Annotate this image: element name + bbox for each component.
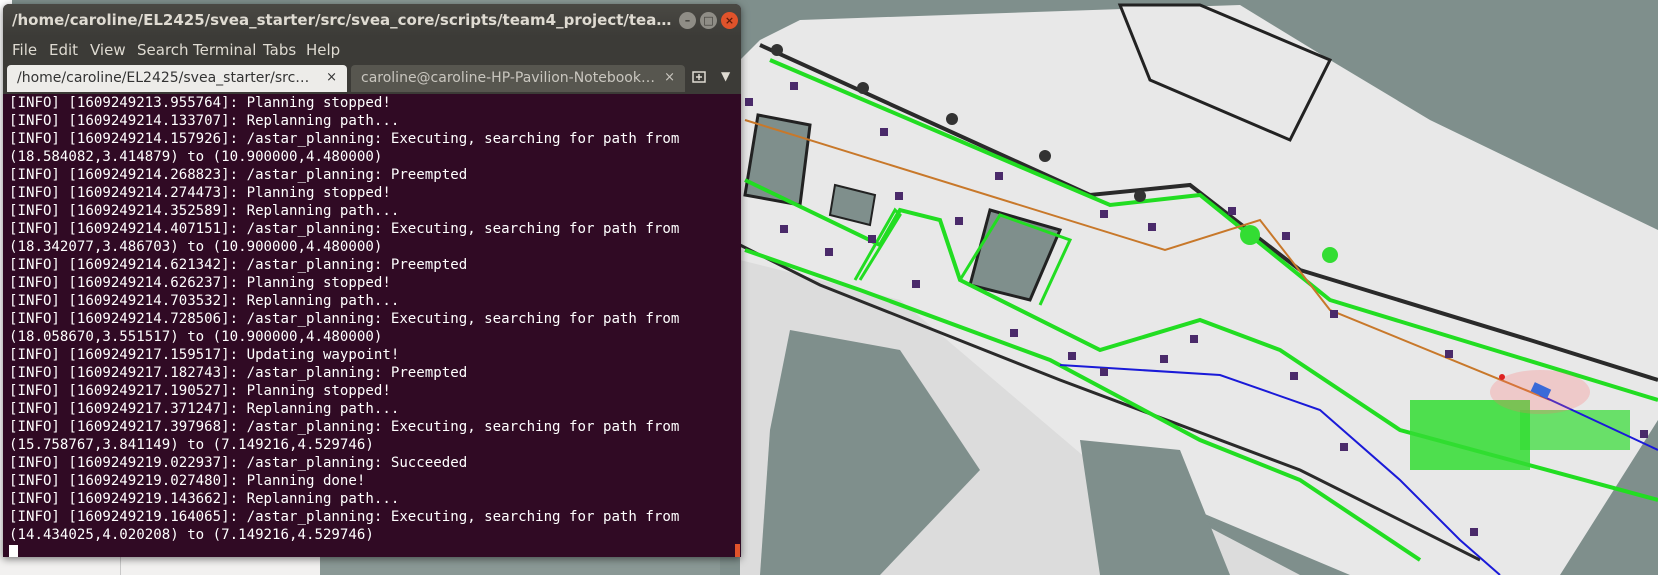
log-line: (18.058670,3.551517) to (10.900000,4.480…: [9, 329, 383, 345]
log-line: [INFO] [1609249217.190527]: Planning sto…: [9, 383, 391, 399]
menu-view[interactable]: View: [90, 41, 126, 59]
chevron-down-icon[interactable]: ▼: [721, 69, 730, 83]
log-line: [INFO] [1609249214.133707]: Replanning p…: [9, 113, 400, 129]
log-line: [INFO] [1609249217.159517]: Updating way…: [9, 347, 400, 363]
text-cursor: [9, 545, 18, 557]
log-line: [INFO] [1609249217.182743]: /astar_plann…: [9, 365, 468, 381]
log-lines: [INFO] [1609249213.955764]: Planning sto…: [9, 94, 679, 544]
title-bar[interactable]: /home/caroline/EL2425/svea_starter/src/s…: [3, 4, 741, 36]
log-line: [INFO] [1609249214.407151]: /astar_plann…: [9, 221, 680, 237]
log-line: [INFO] [1609249214.274473]: Planning sto…: [9, 185, 391, 201]
tab-label: caroline@caroline-HP-Pavilion-Notebook: …: [361, 70, 656, 86]
scroll-thumb[interactable]: [735, 544, 740, 557]
log-line: [INFO] [1609249219.164065]: /astar_plann…: [9, 509, 680, 525]
close-icon[interactable]: ×: [721, 12, 738, 29]
scrollbar[interactable]: [733, 94, 741, 557]
menu-file[interactable]: File: [12, 41, 37, 59]
log-line: [INFO] [1609249217.371247]: Replanning p…: [9, 401, 400, 417]
tab-shell[interactable]: caroline@caroline-HP-Pavilion-Notebook: …: [351, 65, 685, 92]
inflation-cluster-4: [1322, 247, 1338, 263]
log-line: [INFO] [1609249214.352589]: Replanning p…: [9, 203, 400, 219]
maximize-icon[interactable]: □: [700, 12, 717, 29]
log-line: [INFO] [1609249214.626237]: Planning sto…: [9, 275, 391, 291]
log-line: [INFO] [1609249214.157926]: /astar_plann…: [9, 131, 680, 147]
log-line: [INFO] [1609249214.728506]: /astar_plann…: [9, 311, 680, 327]
log-line: [INFO] [1609249217.397968]: /astar_plann…: [9, 419, 680, 435]
terminal-window[interactable]: /home/caroline/EL2425/svea_starter/src/s…: [3, 4, 741, 557]
menu-edit[interactable]: Edit: [49, 41, 78, 59]
menu-tabs[interactable]: Tabs: [263, 41, 296, 59]
tab-label: /home/caroline/EL2425/svea_starter/src/s…: [17, 70, 312, 86]
menu-search[interactable]: Search: [137, 41, 189, 59]
log-line: [INFO] [1609249213.955764]: Planning sto…: [9, 95, 391, 111]
close-icon[interactable]: ×: [664, 70, 675, 85]
terminal-output[interactable]: [INFO] [1609249213.955764]: Planning sto…: [3, 94, 733, 557]
inflation-cluster-3: [1240, 225, 1260, 245]
window-title: /home/caroline/EL2425/svea_starter/src/s…: [12, 11, 682, 29]
log-line: (14.434025,4.020208) to (7.149216,4.5297…: [9, 527, 374, 543]
tab-launch-file[interactable]: /home/caroline/EL2425/svea_starter/src/s…: [7, 65, 347, 92]
log-line: (18.584082,3.414879) to (10.900000,4.480…: [9, 149, 383, 165]
log-line: [INFO] [1609249219.027480]: Planning don…: [9, 473, 366, 489]
new-tab-icon[interactable]: [691, 69, 709, 85]
goal-marker: [1499, 374, 1505, 380]
menu-bar: File Edit View Search Terminal Tabs Help: [3, 36, 741, 63]
log-line: (15.758767,3.841149) to (7.149216,4.5297…: [9, 437, 374, 453]
log-line: [INFO] [1609249219.022937]: /astar_plann…: [9, 455, 468, 471]
log-line: [INFO] [1609249214.703532]: Replanning p…: [9, 293, 400, 309]
log-line: [INFO] [1609249214.621342]: /astar_plann…: [9, 257, 468, 273]
log-line: [INFO] [1609249214.268823]: /astar_plann…: [9, 167, 468, 183]
minimize-icon[interactable]: –: [679, 12, 696, 29]
menu-terminal[interactable]: Terminal: [193, 41, 256, 59]
inflation-cluster-1: [1410, 400, 1530, 470]
menu-help[interactable]: Help: [306, 41, 340, 59]
log-line: (18.342077,3.486703) to (10.900000,4.480…: [9, 239, 383, 255]
obstacle-box-1: [743, 113, 812, 207]
log-line: [INFO] [1609249219.143662]: Replanning p…: [9, 491, 400, 507]
tab-bar: /home/caroline/EL2425/svea_starter/src/s…: [3, 63, 741, 94]
close-icon[interactable]: ×: [326, 70, 337, 85]
